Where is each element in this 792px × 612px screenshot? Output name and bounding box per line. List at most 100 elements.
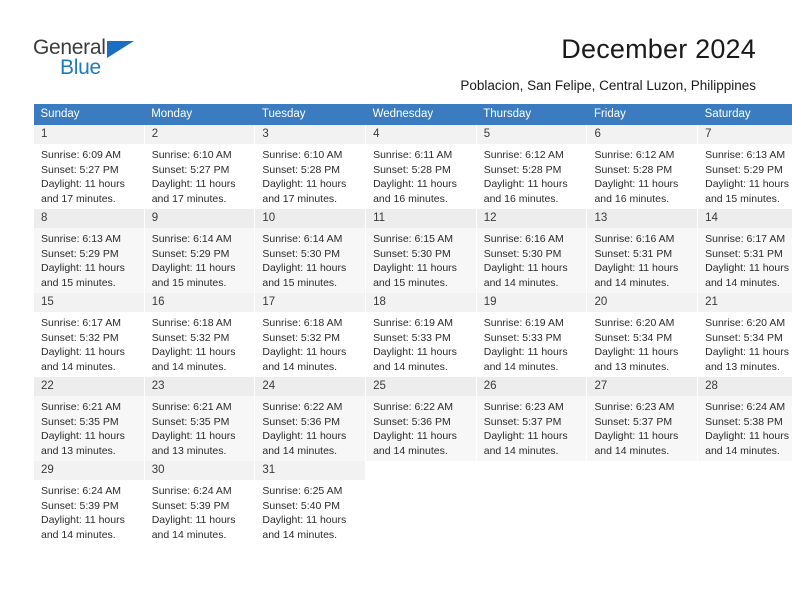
day-cell[interactable]: 25 Sunrise: 6:22 AM Sunset: 5:36 PM Dayligh…: [365, 377, 477, 461]
daylight-text-line2: and 17 minutes.: [41, 192, 116, 205]
day-cell[interactable]: 27 Sunrise: 6:23 AM Sunset: 5:37 PM Dayligh…: [586, 377, 699, 461]
daylight-text-line2: and 15 minutes.: [262, 276, 338, 289]
day-cell[interactable]: 26 Sunrise: 6:23 AM Sunset: 5:37 PM Dayligh…: [475, 377, 588, 461]
day-cell[interactable]: 9 Sunrise: 6:14 AM Sunset: 5:29 PM Daylight…: [143, 209, 256, 293]
sunrise-text: Sunrise: 6:21 AM: [151, 401, 232, 413]
day-cell[interactable]: 8 Sunrise: 6:13 AM Sunset: 5:29 PM Daylight…: [33, 209, 145, 293]
day-cell[interactable]: 12 Sunrise: 6:16 AM Sunset: 5:30 PM Dayligh…: [475, 209, 588, 293]
sunset-text: Sunset: 5:36 PM: [373, 415, 451, 428]
day-details: Sunrise: 6:14 AM Sunset: 5:30 PM Daylight:…: [255, 228, 365, 290]
day-details: Sunrise: 6:24 AM Sunset: 5:38 PM Daylight:…: [698, 396, 792, 458]
daylight-text-line2: and 15 minutes.: [151, 276, 227, 289]
day-number: 2: [144, 125, 255, 144]
calendar-table: Sunday Monday Tuesday Wednesday Thursday…: [33, 104, 792, 545]
daylight-text-line1: Daylight: 11 hours: [705, 178, 789, 190]
day-cell[interactable]: 10 Sunrise: 6:14 AM Sunset: 5:30 PM Dayligh…: [254, 209, 367, 293]
daylight-text-line1: Daylight: 11 hours: [41, 346, 125, 358]
brand-logo[interactable]: General Blue: [33, 36, 163, 84]
daylight-text-line1: Daylight: 11 hours: [41, 178, 125, 190]
day-cell-empty: [475, 461, 588, 545]
day-number: 3: [255, 125, 366, 144]
day-cell[interactable]: 6 Sunrise: 6:12 AM Sunset: 5:28 PM Daylight…: [586, 125, 699, 209]
daylight-text-line2: and 14 minutes.: [262, 444, 338, 457]
daylight-text-line1: Daylight: 11 hours: [262, 262, 347, 274]
day-details: Sunrise: 6:09 AM Sunset: 5:27 PM Daylight:…: [34, 144, 144, 206]
day-details: Sunrise: 6:11 AM Sunset: 5:28 PM Daylight:…: [366, 144, 476, 206]
daylight-text-line2: and 14 minutes.: [373, 360, 448, 373]
calendar-week-row: 1 Sunrise: 6:09 AM Sunset: 5:27 PM Daylight…: [33, 125, 792, 209]
day-cell[interactable]: 30 Sunrise: 6:24 AM Sunset: 5:39 PM Dayligh…: [143, 461, 256, 545]
day-cell[interactable]: 15 Sunrise: 6:17 AM Sunset: 5:32 PM Dayligh…: [33, 293, 145, 377]
day-number: [587, 461, 697, 467]
day-details: Sunrise: 6:21 AM Sunset: 5:35 PM Daylight:…: [34, 396, 144, 458]
day-cell[interactable]: 29 Sunrise: 6:24 AM Sunset: 5:39 PM Dayligh…: [33, 461, 145, 545]
day-details: Sunrise: 6:10 AM Sunset: 5:27 PM Daylight:…: [145, 144, 255, 206]
day-details: Sunrise: 6:19 AM Sunset: 5:33 PM Daylight:…: [366, 312, 476, 374]
day-details: Sunrise: 6:12 AM Sunset: 5:28 PM Daylight:…: [587, 144, 697, 206]
day-number: 6: [587, 125, 698, 144]
daylight-text-line1: Daylight: 11 hours: [705, 430, 789, 442]
daylight-text-line2: and 14 minutes.: [262, 528, 338, 541]
day-cell[interactable]: 3 Sunrise: 6:10 AM Sunset: 5:28 PM Daylight…: [254, 125, 367, 209]
daylight-text-line1: Daylight: 11 hours: [373, 430, 457, 442]
sunset-text: Sunset: 5:32 PM: [41, 331, 119, 344]
day-cell[interactable]: 28 Sunrise: 6:24 AM Sunset: 5:38 PM Dayligh…: [697, 377, 792, 461]
day-cell[interactable]: 24 Sunrise: 6:22 AM Sunset: 5:36 PM Dayligh…: [254, 377, 367, 461]
day-cell[interactable]: 20 Sunrise: 6:20 AM Sunset: 5:34 PM Dayligh…: [586, 293, 699, 377]
day-cell[interactable]: 2 Sunrise: 6:10 AM Sunset: 5:27 PM Daylight…: [143, 125, 256, 209]
day-details: Sunrise: 6:19 AM Sunset: 5:33 PM Daylight:…: [477, 312, 587, 374]
day-number: [366, 461, 476, 467]
day-number: 23: [144, 377, 255, 396]
daylight-text-line2: and 15 minutes.: [373, 276, 448, 289]
day-cell[interactable]: 14 Sunrise: 6:17 AM Sunset: 5:31 PM Dayligh…: [697, 209, 792, 293]
day-cell-empty: [586, 461, 699, 545]
sunset-text: Sunset: 5:40 PM: [262, 499, 341, 512]
day-cell[interactable]: 19 Sunrise: 6:19 AM Sunset: 5:33 PM Dayligh…: [475, 293, 588, 377]
daylight-text-line1: Daylight: 11 hours: [483, 178, 568, 190]
sunset-text: Sunset: 5:30 PM: [373, 247, 451, 260]
day-number: 1: [34, 125, 144, 144]
daylight-text-line2: and 14 minutes.: [373, 444, 448, 457]
daylight-text-line2: and 14 minutes.: [151, 360, 227, 373]
day-cell[interactable]: 23 Sunrise: 6:21 AM Sunset: 5:35 PM Dayligh…: [143, 377, 256, 461]
day-cell[interactable]: 5 Sunrise: 6:12 AM Sunset: 5:28 PM Daylight…: [475, 125, 588, 209]
calendar-body: 1 Sunrise: 6:09 AM Sunset: 5:27 PM Daylight…: [33, 125, 792, 545]
day-cell[interactable]: 4 Sunrise: 6:11 AM Sunset: 5:28 PM Daylight…: [365, 125, 477, 209]
day-cell[interactable]: 1 Sunrise: 6:09 AM Sunset: 5:27 PM Daylight…: [33, 125, 145, 209]
day-number: 24: [255, 377, 366, 396]
daylight-text-line1: Daylight: 11 hours: [705, 346, 789, 358]
day-number: 28: [698, 377, 792, 396]
day-details: Sunrise: 6:18 AM Sunset: 5:32 PM Daylight:…: [255, 312, 365, 374]
day-details: Sunrise: 6:17 AM Sunset: 5:32 PM Daylight:…: [34, 312, 144, 374]
calendar-week-row: 29 Sunrise: 6:24 AM Sunset: 5:39 PM Dayligh…: [33, 461, 792, 545]
daylight-text-line1: Daylight: 11 hours: [594, 178, 679, 190]
day-cell[interactable]: 18 Sunrise: 6:19 AM Sunset: 5:33 PM Dayligh…: [365, 293, 477, 377]
day-cell[interactable]: 17 Sunrise: 6:18 AM Sunset: 5:32 PM Dayligh…: [254, 293, 367, 377]
sunrise-text: Sunrise: 6:20 AM: [594, 317, 675, 329]
day-cell[interactable]: 11 Sunrise: 6:15 AM Sunset: 5:30 PM Dayligh…: [365, 209, 477, 293]
day-cell[interactable]: 31 Sunrise: 6:25 AM Sunset: 5:40 PM Dayligh…: [254, 461, 367, 545]
daylight-text-line1: Daylight: 11 hours: [483, 430, 568, 442]
day-cell[interactable]: 13 Sunrise: 6:16 AM Sunset: 5:31 PM Dayligh…: [586, 209, 699, 293]
calendar-week-row: 8 Sunrise: 6:13 AM Sunset: 5:29 PM Daylight…: [33, 209, 792, 293]
day-details: Sunrise: 6:22 AM Sunset: 5:36 PM Daylight:…: [366, 396, 476, 458]
sunrise-text: Sunrise: 6:21 AM: [41, 401, 121, 413]
sunrise-text: Sunrise: 6:17 AM: [41, 317, 121, 329]
weekday-header-friday: Friday: [586, 104, 698, 125]
daylight-text-line1: Daylight: 11 hours: [483, 262, 568, 274]
day-cell[interactable]: 21 Sunrise: 6:20 AM Sunset: 5:34 PM Dayligh…: [697, 293, 792, 377]
day-cell[interactable]: 22 Sunrise: 6:21 AM Sunset: 5:35 PM Dayligh…: [33, 377, 145, 461]
sunset-text: Sunset: 5:27 PM: [41, 163, 119, 176]
day-details: Sunrise: 6:23 AM Sunset: 5:37 PM Daylight:…: [587, 396, 697, 458]
day-number: 25: [366, 377, 476, 396]
day-details: Sunrise: 6:22 AM Sunset: 5:36 PM Daylight:…: [255, 396, 365, 458]
sunrise-text: Sunrise: 6:16 AM: [594, 233, 675, 245]
daylight-text-line2: and 13 minutes.: [705, 360, 780, 373]
day-cell[interactable]: 16 Sunrise: 6:18 AM Sunset: 5:32 PM Dayligh…: [143, 293, 256, 377]
day-cell[interactable]: 7 Sunrise: 6:13 AM Sunset: 5:29 PM Daylight…: [697, 125, 792, 209]
day-details: Sunrise: 6:13 AM Sunset: 5:29 PM Daylight:…: [34, 228, 144, 290]
sunset-text: Sunset: 5:28 PM: [483, 163, 562, 176]
sunset-text: Sunset: 5:35 PM: [41, 415, 119, 428]
sunrise-text: Sunrise: 6:23 AM: [483, 401, 564, 413]
daylight-text-line2: and 16 minutes.: [483, 192, 559, 205]
